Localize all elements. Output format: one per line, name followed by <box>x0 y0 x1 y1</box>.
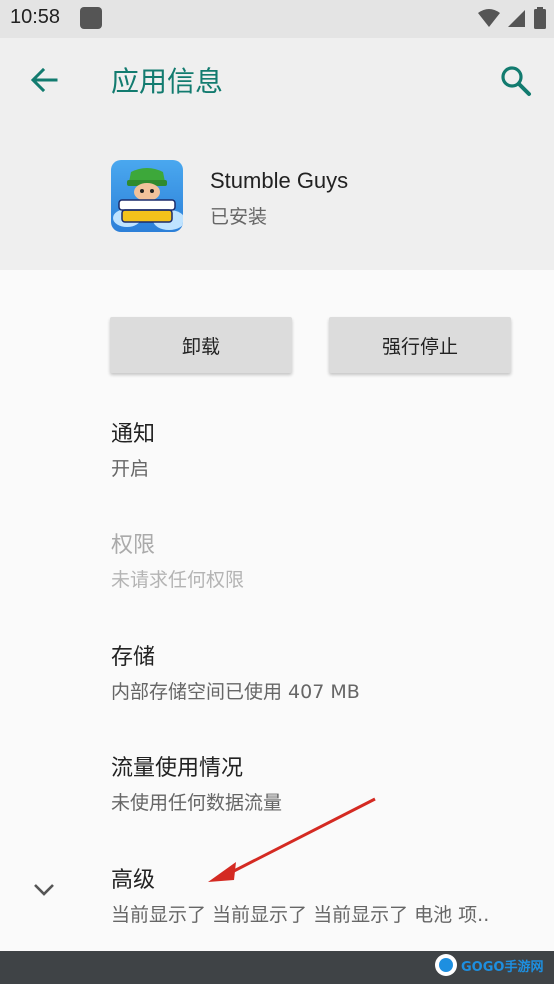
uninstall-button[interactable]: 卸载 <box>110 317 292 373</box>
status-time: 10:58 <box>10 6 61 28</box>
pref-title: 通知 <box>111 422 156 447</box>
app-install-status: 已安装 <box>210 206 268 228</box>
app-icon <box>111 160 183 232</box>
notification-icon <box>80 7 102 29</box>
status-icons <box>478 7 546 29</box>
wifi-icon <box>478 9 500 27</box>
force-stop-button[interactable]: 强行停止 <box>329 317 511 373</box>
pref-notifications[interactable]: 通知 开启 <box>111 416 541 481</box>
pref-summary: 未请求任何权限 <box>111 569 245 591</box>
pref-title: 存储 <box>111 645 156 670</box>
pref-storage[interactable]: 存储 内部存储空间已使用 407 MB <box>111 639 541 704</box>
page-title: 应用信息 <box>111 65 224 98</box>
app-header <box>0 38 554 270</box>
cellular-icon <box>508 10 525 27</box>
pref-title: 权限 <box>111 533 156 558</box>
pref-summary: 开启 <box>111 458 150 480</box>
back-arrow-icon[interactable] <box>26 62 62 98</box>
pref-summary: 内部存储空间已使用 407 MB <box>111 681 360 703</box>
pref-title: 流量使用情况 <box>111 756 244 781</box>
app-name: Stumble Guys <box>210 168 349 193</box>
pref-summary: 未使用任何数据流量 <box>111 792 283 814</box>
pref-summary: 当前显示了 当前显示了 当前显示了 电池 项.. <box>111 904 490 926</box>
watermark-text: GOGO手游网 <box>461 959 543 975</box>
pref-title: 高级 <box>111 868 156 893</box>
status-bar: 10:58 <box>0 0 554 38</box>
battery-icon <box>534 7 546 29</box>
search-icon[interactable] <box>497 62 533 98</box>
pref-data-usage[interactable]: 流量使用情况 未使用任何数据流量 <box>111 750 541 815</box>
chevron-down-icon[interactable] <box>30 876 58 904</box>
pref-advanced[interactable]: 高级 当前显示了 当前显示了 当前显示了 电池 项.. <box>111 862 531 927</box>
watermark-logo: GOGO手游网 <box>435 954 543 976</box>
pref-permissions: 权限 未请求任何权限 <box>111 527 541 592</box>
